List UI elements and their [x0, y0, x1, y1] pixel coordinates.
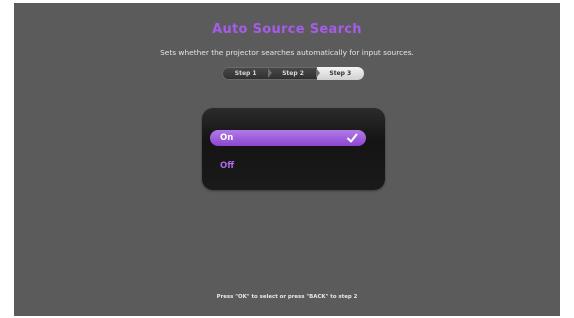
setup-screen: Auto Source Search Sets whether the proj…: [14, 3, 560, 316]
check-icon: [347, 133, 358, 143]
step-1: Step 1: [222, 67, 273, 80]
option-on[interactable]: On: [210, 130, 366, 146]
page-description: Sets whether the projector searches auto…: [160, 48, 414, 57]
option-off-label: Off: [220, 161, 235, 171]
step-2: Step 2: [269, 67, 321, 80]
step-3: Step 3: [316, 67, 364, 80]
option-on-label: On: [220, 133, 234, 143]
step-indicator: Step 1 Step 2 Step 3: [222, 67, 364, 80]
options-panel: On Off: [202, 108, 385, 190]
option-off[interactable]: Off: [210, 158, 366, 174]
footer-hint: Press "OK" to select or press "BACK" to …: [216, 294, 358, 300]
page-title: Auto Source Search: [212, 22, 362, 37]
